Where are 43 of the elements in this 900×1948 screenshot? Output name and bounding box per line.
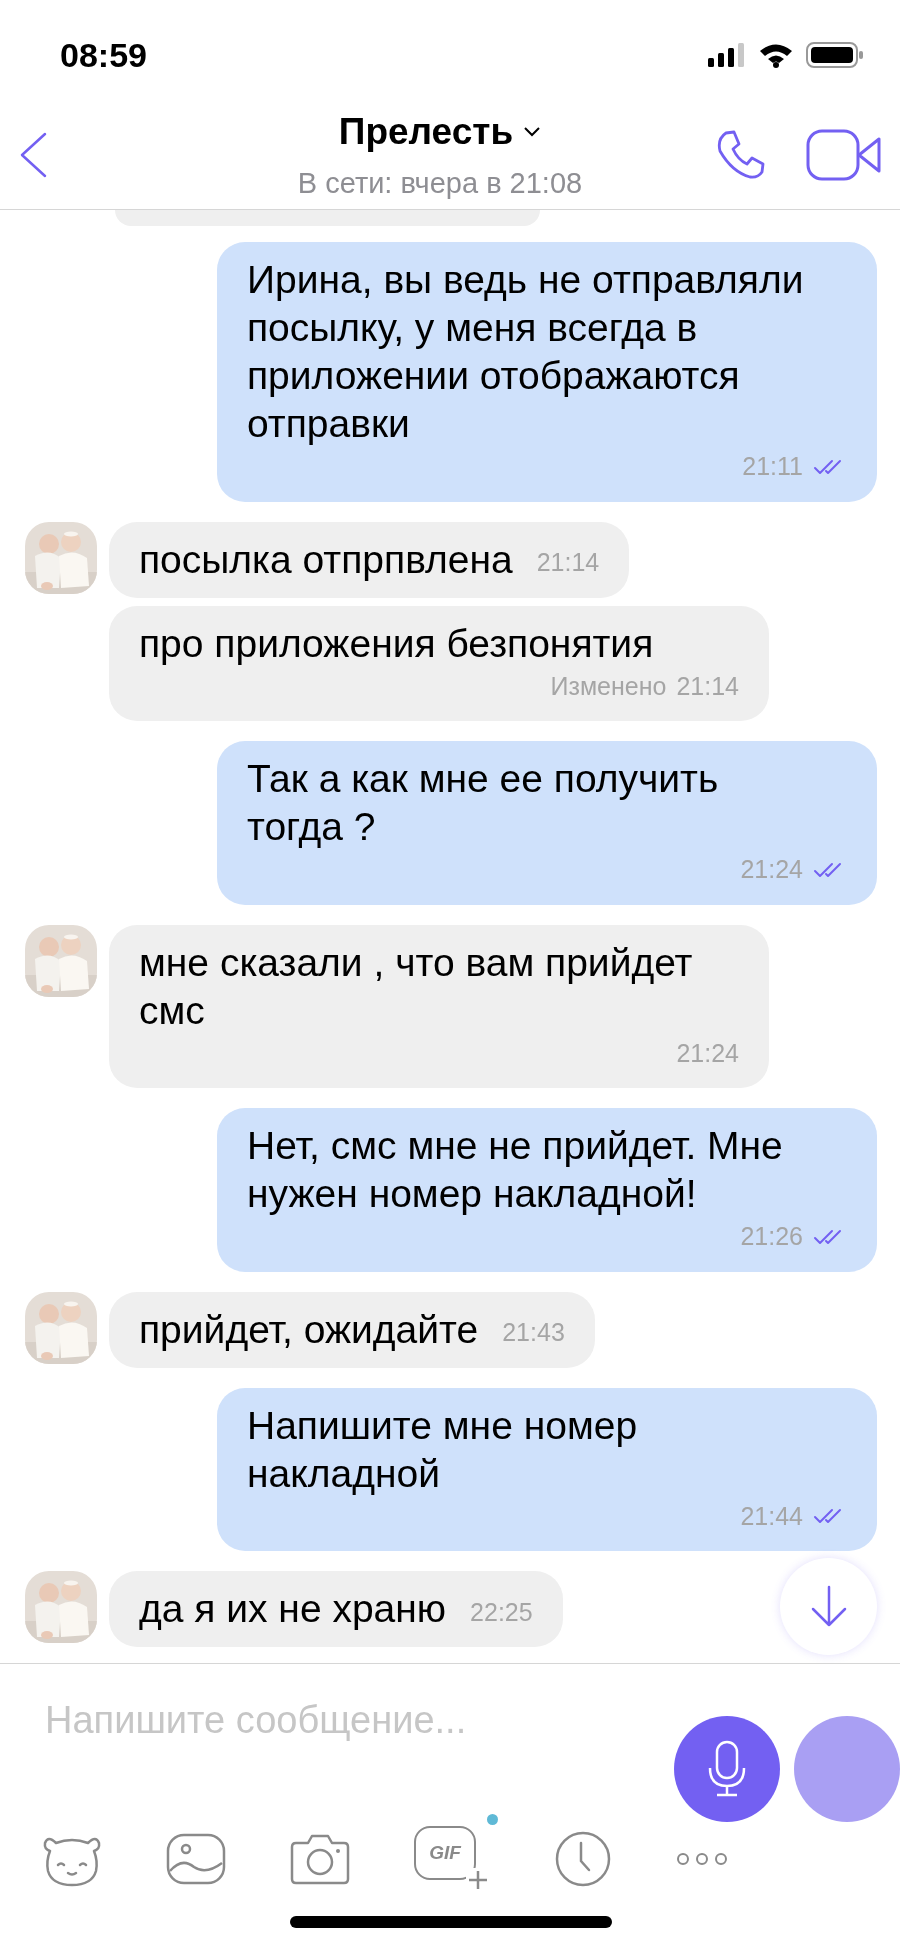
online-status: В сети: вчера в 21:08 <box>297 165 583 201</box>
edited-label: Изменено <box>550 670 667 702</box>
message-bubble[interactable]: Ирина, вы ведь не отправляли посылку, у меня всегда в приложении отображаются отправки 21:11 <box>217 242 877 502</box>
battery-icon <box>806 41 864 69</box>
message-text: Так а как мне ее получить тогда ? <box>247 756 720 850</box>
chat-title[interactable]: Прелесть <box>338 104 514 160</box>
message-time: 21:24 <box>676 1037 739 1069</box>
message-bubble[interactable]: посылка отпрпвлена 21:14 <box>109 521 630 598</box>
message-text: прийдет, ожидайте <box>139 1306 479 1353</box>
message-text: да я их не храню <box>139 1586 447 1632</box>
message-time: 21:26 <box>740 1221 803 1252</box>
message-bubble[interactable]: прийдет, ожидайте 21:43 <box>109 1291 595 1368</box>
message-bubble[interactable]: Так а как мне ее получить тогда ? 21:24 <box>217 741 877 905</box>
signal-icon <box>708 43 746 67</box>
more-icon[interactable] <box>676 1852 728 1866</box>
message-bubble[interactable]: да я их не храню 22:25 <box>109 1571 563 1647</box>
message-bubble[interactable]: Нет, смс мне не прийдет. Мне нужен номер накладной! 21:26 <box>217 1108 877 1272</box>
clock-icon[interactable] <box>554 1830 612 1888</box>
message-time: 21:44 <box>740 1500 803 1532</box>
message-text: Ирина, вы ведь не отправляли посылку, у меня всегда в приложении отображаются отправки <box>247 257 805 447</box>
message-text: про приложения безпонятия <box>139 620 654 667</box>
message-time: 21:14 <box>676 670 739 702</box>
wifi-icon <box>758 42 794 68</box>
camera-icon[interactable] <box>290 1833 350 1885</box>
message-text: Напишите мне номер накладной <box>247 1402 639 1497</box>
video-camera-icon[interactable] <box>806 127 882 182</box>
message-text: посылка отпрпвлена <box>139 536 513 583</box>
message-text: мне сказали , что вам прийдет смс <box>139 939 694 1034</box>
message-bubble[interactable]: Напишите мне номер накладной 21:44 <box>217 1387 877 1551</box>
message-bubble[interactable]: мне сказали , что вам прийдет смс 21:24 <box>109 924 769 1088</box>
chevron-down-icon[interactable] <box>523 125 542 138</box>
message-time: 21:24 <box>740 854 803 885</box>
message-time: 21:14 <box>536 547 600 578</box>
microphone-icon <box>707 1740 747 1798</box>
gallery-icon[interactable] <box>166 1833 226 1885</box>
message-time: 22:25 <box>470 1596 533 1628</box>
message-input[interactable]: Напишите сообщение... <box>45 1692 602 1748</box>
back-icon <box>18 131 48 178</box>
status-time: 08:59 <box>60 34 147 76</box>
message-time: 21:43 <box>502 1317 565 1348</box>
message-bubble[interactable]: про приложения безпонятия Изменено 21:14 <box>109 605 769 721</box>
message-text: Нет, смс мне не прийдет. Мне нужен номер накладной! <box>247 1123 784 1217</box>
message-time: 21:11 <box>742 451 803 482</box>
